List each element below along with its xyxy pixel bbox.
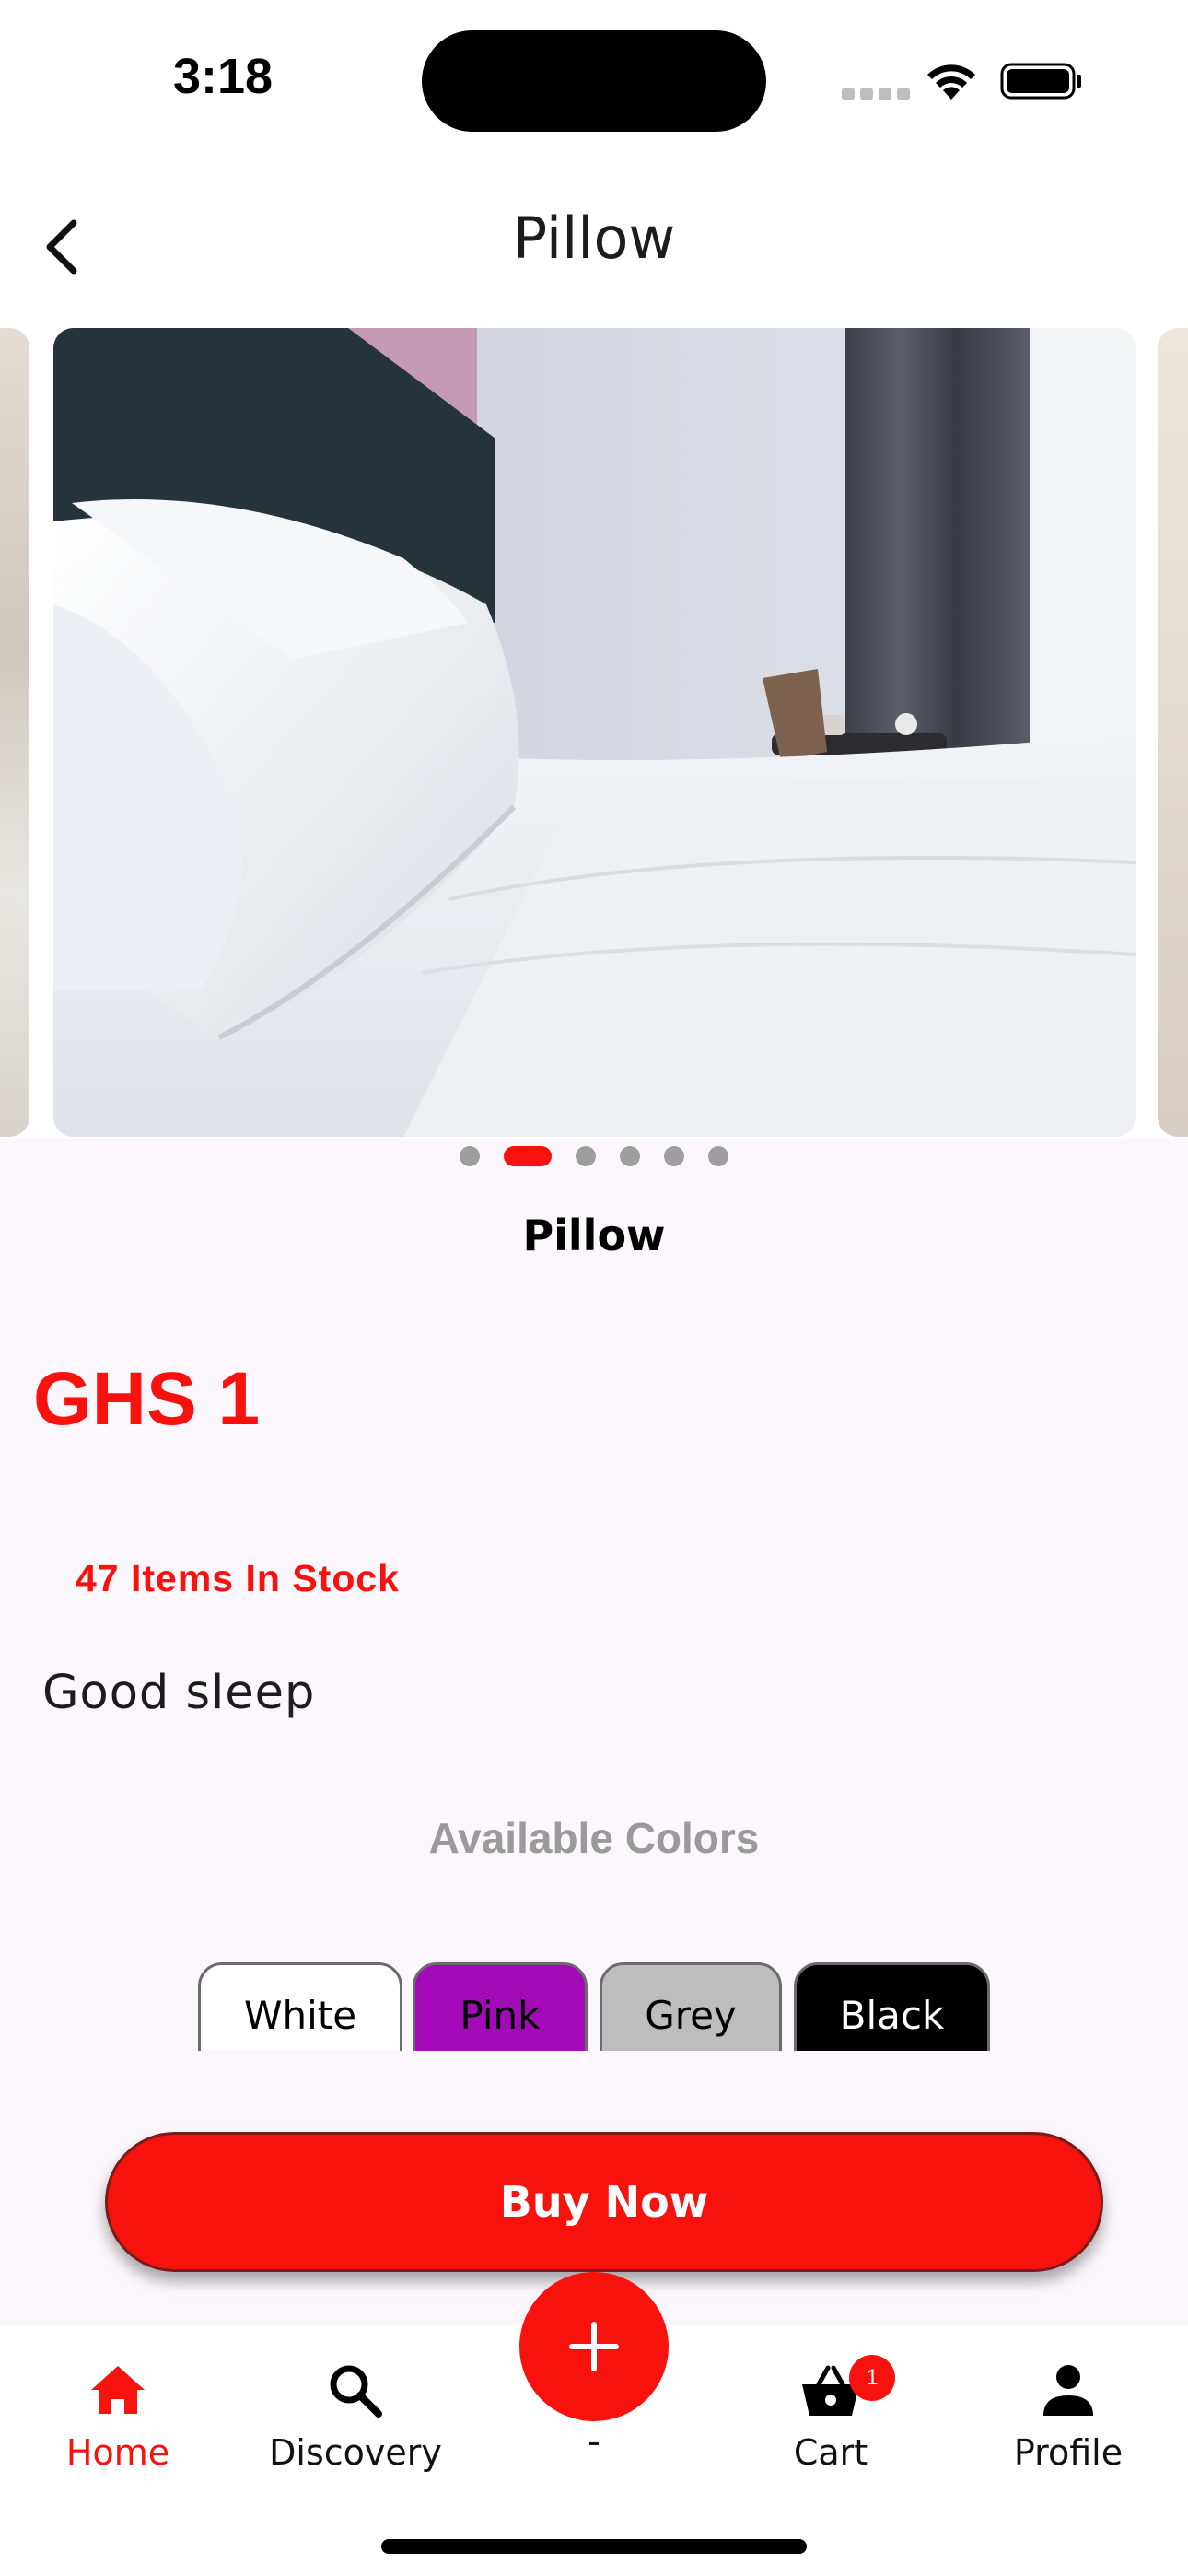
- product-price: GHS 1: [33, 1357, 261, 1441]
- profile-icon: [1043, 2365, 1093, 2416]
- carousel-dot[interactable]: [664, 1146, 684, 1166]
- home-icon: [91, 2366, 145, 2414]
- product-image-carousel[interactable]: [0, 328, 1188, 1139]
- product-name: Pillow: [522, 1211, 666, 1260]
- nav-label-profile: Profile: [1013, 2432, 1124, 2473]
- nav-item-cart[interactable]: 1 Cart: [739, 2355, 923, 2473]
- status-bar: 3:18: [0, 0, 1188, 166]
- status-time: 3:18: [173, 49, 274, 104]
- nav-label-center: -: [588, 2421, 600, 2462]
- color-chip-black[interactable]: Black: [794, 1962, 990, 2051]
- carousel-dot[interactable]: [620, 1146, 640, 1166]
- cellular-signal-icon: [842, 87, 915, 104]
- nav-item-profile[interactable]: Profile: [976, 2360, 1160, 2473]
- carousel-page-indicator: [0, 1146, 1188, 1168]
- nav-label-discovery: Discovery: [269, 2432, 442, 2473]
- carousel-dot-active[interactable]: [504, 1146, 552, 1166]
- nav-label-cart: Cart: [793, 2432, 868, 2473]
- next-slide-image[interactable]: [1158, 328, 1188, 1137]
- previous-slide-image[interactable]: [0, 328, 29, 1137]
- plus-icon: [569, 2322, 619, 2371]
- color-chip-grey[interactable]: Grey: [600, 1962, 782, 2051]
- product-detail-screen: 3:18 Pillow Pillow GHS 1 47 Items In Sto…: [0, 0, 1188, 2576]
- cart-badge: 1: [849, 2355, 895, 2401]
- product-description: Good sleep: [42, 1666, 316, 1720]
- nav-item-home[interactable]: Home: [26, 2360, 210, 2473]
- available-colors-heading: Available Colors: [428, 1814, 760, 1862]
- carousel-dot[interactable]: [460, 1146, 480, 1166]
- stock-count: 47 Items In Stock: [76, 1557, 400, 1599]
- nav-label-home: Home: [65, 2432, 170, 2473]
- buy-now-button[interactable]: Buy Now: [105, 2132, 1103, 2272]
- color-chip-pink[interactable]: Pink: [413, 1962, 588, 2051]
- color-chip-white[interactable]: White: [198, 1962, 402, 2051]
- nav-item-discovery[interactable]: Discovery: [263, 2360, 448, 2473]
- dynamic-island: [422, 30, 766, 132]
- add-fab-button[interactable]: [519, 2272, 669, 2421]
- home-indicator[interactable]: [381, 2539, 807, 2554]
- pillow-bed-photo: [53, 328, 1136, 1137]
- color-options: White Pink Grey Black: [0, 1962, 1188, 2051]
- app-header: Pillow: [0, 166, 1188, 332]
- carousel-dot[interactable]: [708, 1146, 728, 1166]
- page-title: Pillow: [512, 205, 676, 272]
- carousel-dot[interactable]: [576, 1146, 596, 1166]
- wifi-icon: [927, 64, 975, 100]
- search-icon: [330, 2365, 382, 2418]
- battery-icon: [1000, 63, 1081, 100]
- product-image[interactable]: [53, 328, 1136, 1137]
